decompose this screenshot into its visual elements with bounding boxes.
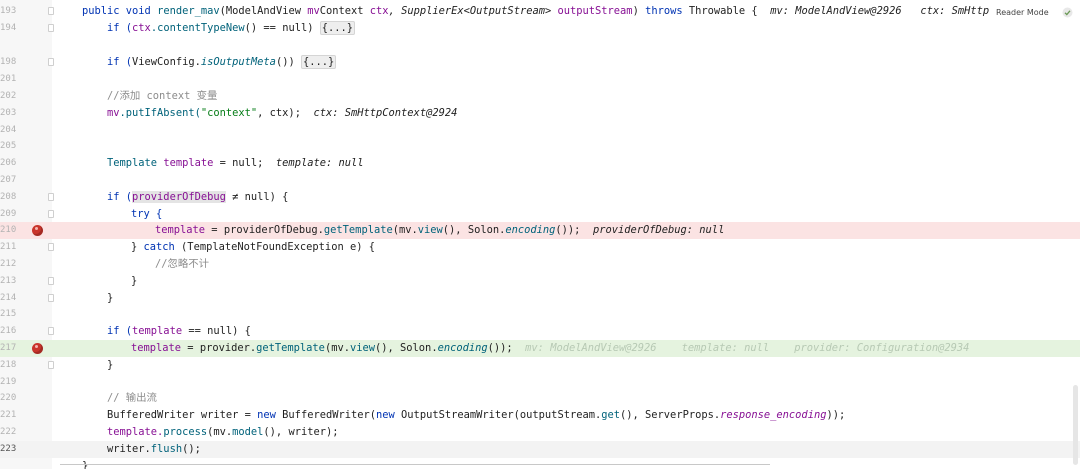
line-number: 208 bbox=[0, 192, 17, 202]
code-text: public void render_mav(ModelAndView mvCo… bbox=[82, 5, 990, 17]
code-text: writer.flush(); bbox=[107, 443, 201, 455]
code-line-206[interactable]: 206 Template template = null; template: … bbox=[0, 155, 1080, 172]
code-text: if (ViewConfig.isOutputMeta()) {...} bbox=[107, 55, 337, 69]
code-editor[interactable]: 193 public void render_mav(ModelAndView … bbox=[0, 0, 1080, 469]
code-text: if (providerOfDebug ≠ null) { bbox=[107, 191, 289, 203]
code-text: } catch (TemplateNotFoundException e) { bbox=[131, 241, 375, 253]
code-line-223[interactable]: 223 writer.flush(); bbox=[0, 441, 1080, 458]
inline-debug-hint: providerOfDebug: null bbox=[592, 224, 725, 236]
code-line-215[interactable]: 215 bbox=[0, 306, 1080, 323]
code-line-209[interactable]: 209 try { bbox=[0, 206, 1080, 223]
line-number: 215 bbox=[0, 309, 17, 319]
divider bbox=[60, 464, 770, 465]
code-line-220[interactable]: 220 // 输出流 bbox=[0, 390, 1080, 407]
fold-marker-icon[interactable] bbox=[48, 210, 54, 218]
code-line-221[interactable]: 221 BufferedWriter writer = new Buffered… bbox=[0, 407, 1080, 424]
code-line-212[interactable]: 212 //忽略不计 bbox=[0, 256, 1080, 273]
code-text: } bbox=[107, 359, 114, 371]
fold-marker-icon[interactable] bbox=[48, 277, 54, 285]
code-text: if (template == null) { bbox=[107, 325, 251, 337]
line-number: 204 bbox=[0, 125, 17, 135]
fold-marker-icon[interactable] bbox=[48, 193, 54, 201]
vertical-scrollbar[interactable] bbox=[1073, 385, 1078, 465]
code-text: mv.putIfAbsent("context", ctx); ctx: SmH… bbox=[107, 107, 458, 119]
line-number: 218 bbox=[0, 360, 17, 370]
code-comment: //忽略不计 bbox=[155, 258, 210, 270]
inline-debug-hint: ctx: SmHttp bbox=[920, 5, 990, 17]
reader-mode-toggle[interactable]: Reader Mode bbox=[996, 8, 1049, 17]
inline-debug-hint: mv: ModelAndView@2926 bbox=[770, 5, 902, 17]
line-number: 212 bbox=[0, 259, 17, 269]
line-number: 198 bbox=[0, 57, 17, 67]
fold-marker-icon[interactable] bbox=[48, 361, 54, 369]
line-number: 193 bbox=[0, 6, 17, 16]
code-line-219[interactable]: 219 bbox=[0, 374, 1080, 391]
code-line-216[interactable]: 216 if (template == null) { bbox=[0, 323, 1080, 340]
inline-debug-hint: ctx: SmHttpContext@2924 bbox=[313, 107, 458, 119]
code-text: } bbox=[131, 275, 138, 287]
code-line-204[interactable]: 204 bbox=[0, 122, 1080, 139]
fold-marker-icon[interactable] bbox=[48, 243, 54, 251]
code-line-222[interactable]: 222 template.process(mv.model(), writer)… bbox=[0, 424, 1080, 441]
fold-marker-icon[interactable] bbox=[48, 327, 54, 335]
code-line-210[interactable]: 210 template = providerOfDebug.getTempla… bbox=[0, 222, 1080, 239]
fold-marker-icon[interactable] bbox=[48, 7, 54, 15]
code-text: } bbox=[107, 292, 114, 304]
code-line-193[interactable]: 193 public void render_mav(ModelAndView … bbox=[0, 3, 1080, 20]
inline-debug-hint: template: null bbox=[275, 157, 364, 169]
line-number: 206 bbox=[0, 158, 17, 168]
line-number: 223 bbox=[0, 444, 17, 454]
code-comment: //添加 context 变量 bbox=[107, 90, 218, 102]
code-line-203[interactable]: 203 mv.putIfAbsent("context", ctx); ctx:… bbox=[0, 105, 1080, 122]
code-line-217[interactable]: 217 template = provider.getTemplate(mv.v… bbox=[0, 340, 1080, 357]
line-number: 214 bbox=[0, 293, 17, 303]
line-number: 201 bbox=[0, 74, 17, 84]
inline-debug-hint: template: null bbox=[681, 342, 770, 354]
code-text: template.process(mv.model(), writer); bbox=[107, 426, 339, 438]
line-number: 220 bbox=[0, 393, 17, 403]
code-text: Template template = null; template: null bbox=[107, 157, 364, 169]
code-text: try { bbox=[131, 208, 163, 220]
code-line-202[interactable]: 202 //添加 context 变量 bbox=[0, 88, 1080, 105]
folded-code-block[interactable]: {...} bbox=[300, 55, 337, 69]
check-icon[interactable] bbox=[1062, 7, 1073, 18]
code-line-198[interactable]: 198 if (ViewConfig.isOutputMeta()) {...} bbox=[0, 54, 1080, 71]
line-number: 222 bbox=[0, 427, 17, 437]
fold-marker-icon[interactable] bbox=[48, 294, 54, 302]
line-number: 207 bbox=[0, 175, 17, 185]
code-line-208[interactable]: 208 if (providerOfDebug ≠ null) { bbox=[0, 189, 1080, 206]
inline-debug-hint: provider: Configuration@2934 bbox=[794, 342, 970, 354]
folded-code-block[interactable]: {...} bbox=[319, 21, 356, 35]
code-line-211[interactable]: 211 } catch (TemplateNotFoundException e… bbox=[0, 239, 1080, 256]
breakpoint-icon[interactable] bbox=[32, 343, 43, 354]
code-line-213[interactable]: 213 } bbox=[0, 273, 1080, 290]
code-line-214[interactable]: 214 } bbox=[0, 290, 1080, 307]
line-number: 202 bbox=[0, 91, 17, 101]
fold-marker-icon[interactable] bbox=[48, 24, 54, 32]
inline-debug-hint: mv: ModelAndView@2926 bbox=[525, 342, 657, 354]
line-number: 216 bbox=[0, 326, 17, 336]
line-number: 219 bbox=[0, 377, 17, 387]
line-number: 211 bbox=[0, 242, 17, 252]
code-text: template = provider.getTemplate(mv.view(… bbox=[131, 342, 970, 354]
line-number: 205 bbox=[0, 141, 17, 151]
line-number: 221 bbox=[0, 410, 17, 420]
line-number: 194 bbox=[0, 23, 17, 33]
code-line-207[interactable]: 207 bbox=[0, 172, 1080, 189]
code-line-201[interactable]: 201 bbox=[0, 71, 1080, 88]
code-line-205[interactable]: 205 bbox=[0, 138, 1080, 155]
line-number: 213 bbox=[0, 276, 17, 286]
code-line-194[interactable]: 194 if (ctx.contentTypeNew() == null) {.… bbox=[0, 20, 1080, 37]
line-number: 217 bbox=[0, 343, 17, 353]
fold-marker-icon[interactable] bbox=[48, 58, 54, 66]
code-line-218[interactable]: 218 } bbox=[0, 357, 1080, 374]
code-comment: // 输出流 bbox=[107, 392, 157, 404]
breakpoint-icon[interactable] bbox=[32, 225, 43, 236]
line-number: 209 bbox=[0, 209, 17, 219]
line-number: 210 bbox=[0, 225, 17, 235]
line-number: 203 bbox=[0, 108, 17, 118]
code-text: BufferedWriter writer = new BufferedWrit… bbox=[107, 409, 846, 421]
code-text: if (ctx.contentTypeNew() == null) {...} bbox=[107, 21, 356, 35]
code-text: template = providerOfDebug.getTemplate(m… bbox=[155, 224, 725, 236]
